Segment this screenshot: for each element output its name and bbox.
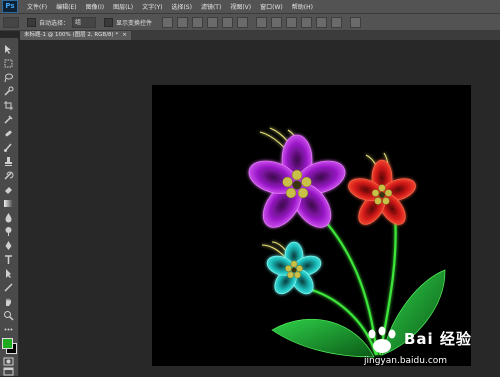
menu-file[interactable]: 文件(F) [27,2,47,11]
auto-select-label: 自动选择： [39,19,70,27]
line-tool-icon[interactable] [3,282,14,293]
menu-edit[interactable]: 编辑(E) [56,2,76,11]
red-flower [348,159,416,225]
menu-filter[interactable]: 滤镜(T) [201,2,221,11]
pen-tool-icon[interactable] [3,240,14,251]
dodge-tool-icon[interactable] [3,226,14,237]
eyedropper-tool-icon[interactable] [3,114,14,125]
menu-type[interactable]: 文字(Y) [142,2,162,11]
zoom-tool-icon[interactable] [3,310,14,321]
hand-tool-icon[interactable] [3,296,14,307]
watermark-url: jingyan.baidu.com [364,356,448,366]
extra-tools-icon[interactable] [3,324,14,335]
align-vcenter-icon[interactable] [177,16,189,28]
path-selection-tool-icon[interactable] [3,268,14,279]
eraser-tool-icon[interactable] [3,184,14,195]
menu-select[interactable]: 选择(S) [171,2,192,11]
distribute-right-icon[interactable] [331,16,343,28]
watermark-brand: Bai 经验 [404,330,472,348]
align-left-icon[interactable] [207,16,219,28]
menu-window[interactable]: 窗口(W) [260,2,283,11]
type-tool-icon[interactable] [3,254,14,265]
move-tool-preset[interactable] [3,16,19,28]
teal-flower [266,241,322,295]
distribute-left-icon[interactable] [301,16,313,28]
flower-artwork [248,127,446,358]
photoshop-logo: Ps [2,0,18,13]
document-tab-row: 未标题-1 @ 100% (图层 2, RGB/8) * × [20,31,500,40]
auto-align-icon[interactable] [350,16,362,28]
gradient-tool-icon[interactable] [3,198,14,209]
marquee-tool-icon[interactable] [3,58,14,69]
clone-stamp-tool-icon[interactable] [3,156,14,167]
close-icon[interactable]: × [122,31,127,40]
align-top-icon[interactable] [162,16,174,28]
menu-bar: Ps 文件(F) 编辑(E) 图像(I) 图层(L) 文字(Y) 选择(S) 滤… [0,0,500,14]
document-title: 未标题-1 @ 100% (图层 2, RGB/8) * [24,32,119,38]
show-transform-label: 显示变换控件 [116,19,153,27]
purple-flower [248,134,346,228]
lasso-tool-icon[interactable] [3,72,14,83]
move-tool-icon[interactable] [3,44,14,55]
baidu-jingyan-watermark: Bai 经验 jingyan.baidu.com [358,326,488,370]
menu-help[interactable]: 帮助(H) [292,2,313,11]
screen-mode-icon[interactable] [3,366,14,377]
distribute-top-icon[interactable] [256,16,268,28]
menu-view[interactable]: 视图(V) [230,2,251,11]
healing-brush-tool-icon[interactable] [3,128,14,139]
menu-image[interactable]: 图像(I) [86,2,104,11]
foreground-color-swatch[interactable] [2,338,13,349]
auto-select-checkbox[interactable] [27,17,36,27]
history-brush-tool-icon[interactable] [3,170,14,181]
align-bottom-icon[interactable] [192,16,204,28]
tools-panel [0,38,19,376]
options-bar: 自动选择： 组 显示变换控件 [0,14,500,31]
document-canvas[interactable] [152,85,471,366]
brush-tool-icon[interactable] [3,142,14,153]
distribute-hcenter-icon[interactable] [316,16,328,28]
crop-tool-icon[interactable] [3,100,14,111]
align-hcenter-icon[interactable] [222,16,234,28]
menu-layer[interactable]: 图层(L) [113,2,133,11]
distribute-bottom-icon[interactable] [286,16,298,28]
distribute-vcenter-icon[interactable] [271,16,283,28]
blur-tool-icon[interactable] [3,212,14,223]
quick-select-tool-icon[interactable] [3,86,14,97]
paw-icon [368,326,396,353]
align-right-icon[interactable] [237,16,249,28]
auto-select-dropdown[interactable]: 组 [72,16,97,28]
show-transform-checkbox[interactable] [104,17,114,27]
document-tab[interactable]: 未标题-1 @ 100% (图层 2, RGB/8) * × [20,31,131,40]
